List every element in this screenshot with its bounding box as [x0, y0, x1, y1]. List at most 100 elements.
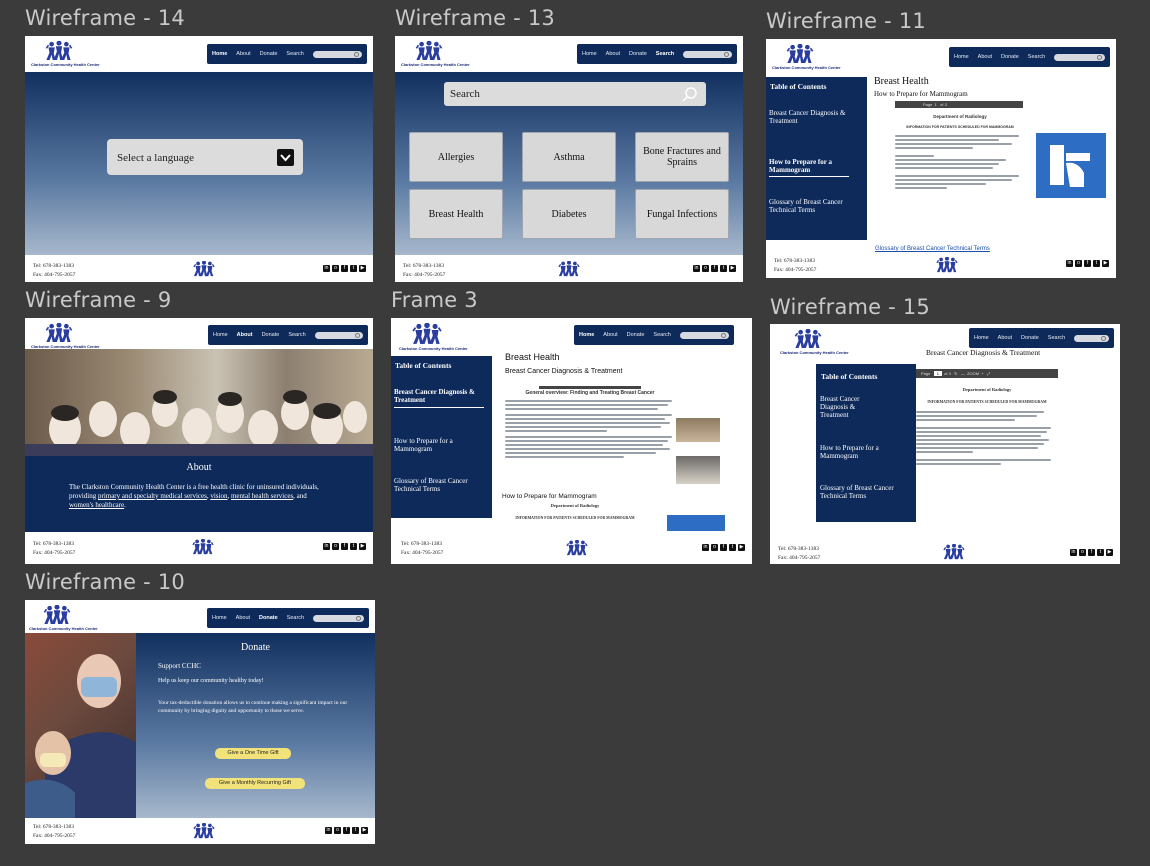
toc-item-diagnosis[interactable]: Breast Cancer Diagnosis & Treatment [769, 109, 861, 125]
instagram-icon[interactable]: o [332, 543, 339, 550]
frame-wireframe-10[interactable]: Clarkston Community Health Center Home A… [25, 600, 375, 844]
toc-item-glossary[interactable]: Glossary of Breast Cancer Technical Term… [394, 477, 489, 493]
nav-search[interactable]: Search [288, 332, 305, 338]
facebook-icon[interactable]: f [711, 265, 718, 272]
search-bar[interactable]: Search [444, 82, 706, 106]
nav-donate[interactable]: Donate [260, 51, 278, 57]
search-input[interactable] [683, 50, 732, 58]
nav-about[interactable]: About [998, 335, 1012, 341]
search-input[interactable] [314, 331, 363, 339]
toc-item-glossary[interactable]: Glossary of Breast Cancer Technical Term… [820, 484, 910, 500]
facebook-icon[interactable]: f [343, 827, 350, 834]
twitter-icon[interactable]: t [1093, 260, 1100, 267]
instagram-icon[interactable]: o [334, 827, 341, 834]
linkedin-icon[interactable]: in [1066, 260, 1073, 267]
nav-home[interactable]: Home [974, 335, 989, 341]
search-input[interactable] [1054, 53, 1105, 61]
youtube-icon[interactable]: ▶ [1106, 549, 1113, 556]
search-input[interactable] [312, 50, 362, 58]
nav-donate[interactable]: Donate [1021, 335, 1039, 341]
youtube-icon[interactable]: ▶ [359, 543, 366, 550]
instagram-icon[interactable]: o [1079, 549, 1086, 556]
nav-home[interactable]: Home [954, 54, 969, 60]
toc-item-mammogram[interactable]: How to Prepare for a Mammogram [820, 444, 900, 460]
nav-search[interactable]: Search [286, 51, 303, 57]
nav-donate[interactable]: Donate [629, 51, 647, 57]
one-time-gift-button[interactable]: Give a One Time Gift [215, 748, 291, 759]
youtube-icon[interactable]: ▶ [738, 544, 745, 551]
linkedin-icon[interactable]: in [323, 265, 330, 272]
nav-about[interactable]: About [606, 51, 620, 57]
twitter-icon[interactable]: t [350, 265, 357, 272]
nav-search[interactable]: Search [656, 51, 674, 57]
frame-wireframe-11[interactable]: Clarkston Community Health Center Home A… [766, 39, 1116, 278]
nav-search[interactable]: Search [1048, 335, 1065, 341]
nav-donate[interactable]: Donate [1001, 54, 1019, 60]
tile-fungal-infections[interactable]: Fungal Infections [635, 189, 729, 239]
frame-3[interactable]: Clarkston Community Health Center Home A… [391, 318, 752, 564]
linkedin-icon[interactable]: in [702, 544, 709, 551]
nav-about[interactable]: About [237, 332, 253, 338]
monthly-gift-button[interactable]: Give a Monthly Recurring Gift [205, 778, 305, 789]
nav-home[interactable]: Home [213, 332, 228, 338]
nav-donate[interactable]: Donate [262, 332, 280, 338]
glossary-link[interactable]: Glossary of Breast Cancer Technical Term… [875, 246, 990, 252]
tile-asthma[interactable]: Asthma [522, 132, 616, 182]
linkedin-icon[interactable]: in [325, 827, 332, 834]
nav-home[interactable]: Home [212, 51, 227, 57]
language-select[interactable]: Select a language [107, 139, 303, 175]
search-input[interactable] [313, 614, 364, 622]
frame-wireframe-14[interactable]: Clarkston Community Health Center Home A… [25, 36, 373, 282]
nav-search[interactable]: Search [287, 615, 304, 621]
nav-search[interactable]: Search [653, 332, 670, 338]
frame-wireframe-9[interactable]: Clarkston Community Health Center Home A… [25, 318, 373, 564]
toc-item-diagnosis[interactable]: Breast Cancer Diagnosis & Treatment [820, 395, 875, 419]
pdf-toolbar[interactable]: Page 1 of 3 ↻ — ZOOM + ⤢ [916, 369, 1058, 378]
search-input[interactable] [1074, 334, 1109, 342]
tile-allergies[interactable]: Allergies [409, 132, 503, 182]
linkedin-icon[interactable]: in [693, 265, 700, 272]
frame-wireframe-15[interactable]: Clarkston Community Health Center Home A… [770, 324, 1120, 564]
instagram-icon[interactable]: o [1075, 260, 1082, 267]
twitter-icon[interactable]: t [352, 827, 359, 834]
facebook-icon[interactable]: f [1088, 549, 1095, 556]
youtube-icon[interactable]: ▶ [729, 265, 736, 272]
nav-about[interactable]: About [603, 332, 617, 338]
frame-wireframe-13[interactable]: Clarkston Community Health Center Home A… [395, 36, 743, 282]
link-vision[interactable]: vision [210, 492, 227, 500]
nav-search[interactable]: Search [1028, 54, 1045, 60]
twitter-icon[interactable]: t [350, 543, 357, 550]
youtube-icon[interactable]: ▶ [359, 265, 366, 272]
link-mental-health[interactable]: mental health services [231, 492, 293, 500]
toc-item-glossary[interactable]: Glossary of Breast Cancer Technical Term… [769, 198, 864, 214]
facebook-icon[interactable]: f [341, 265, 348, 272]
nav-home[interactable]: Home [579, 332, 594, 338]
instagram-icon[interactable]: o [711, 544, 718, 551]
instagram-icon[interactable]: o [702, 265, 709, 272]
youtube-icon[interactable]: ▶ [361, 827, 368, 834]
youtube-icon[interactable]: ▶ [1102, 260, 1109, 267]
nav-about[interactable]: About [236, 51, 250, 57]
nav-donate[interactable]: Donate [259, 615, 278, 621]
tile-diabetes[interactable]: Diabetes [522, 189, 616, 239]
pdf-toolbar[interactable]: Page 1 of 3 [895, 101, 1023, 108]
tile-bone-fractures[interactable]: Bone Fractures and Sprains [635, 132, 729, 182]
instagram-icon[interactable]: o [332, 265, 339, 272]
toc-item-mammogram-active[interactable]: How to Prepare for a Mammogram [769, 158, 849, 177]
twitter-icon[interactable]: t [720, 265, 727, 272]
link-womens-healthcare[interactable]: women's healthcare [69, 501, 124, 509]
nav-about[interactable]: About [236, 615, 250, 621]
linkedin-icon[interactable]: in [1070, 549, 1077, 556]
nav-about[interactable]: About [978, 54, 992, 60]
twitter-icon[interactable]: t [729, 544, 736, 551]
toc-item-mammogram[interactable]: How to Prepare for a Mammogram [394, 437, 474, 453]
toc-item-diagnosis-active[interactable]: Breast Cancer Diagnosis & Treatment [394, 388, 484, 408]
facebook-icon[interactable]: f [720, 544, 727, 551]
tile-breast-health[interactable]: Breast Health [409, 189, 503, 239]
search-input[interactable] [679, 331, 729, 339]
nav-home[interactable]: Home [582, 51, 597, 57]
facebook-icon[interactable]: f [341, 543, 348, 550]
facebook-icon[interactable]: f [1084, 260, 1091, 267]
link-primary-specialty[interactable]: primary and specialty medical services [98, 492, 207, 500]
twitter-icon[interactable]: t [1097, 549, 1104, 556]
